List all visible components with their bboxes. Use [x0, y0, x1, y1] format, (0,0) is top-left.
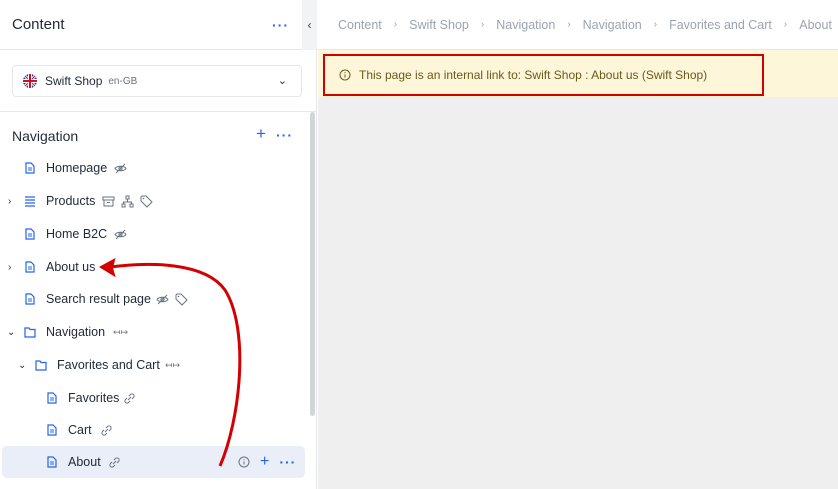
page-icon: [25, 228, 35, 240]
hidden-eye-icon: [114, 163, 127, 173]
site-selector-area: Swift Shop en-GB ⌄: [0, 50, 316, 112]
chevron-right-icon: ›: [567, 19, 571, 30]
page-icon: [47, 392, 57, 404]
page-icon: [25, 293, 35, 305]
uk-flag-icon: [23, 74, 37, 88]
tree-item-navigation[interactable]: ⌄ Navigation ↤↦: [0, 317, 305, 347]
chevron-left-icon: ‹: [307, 18, 312, 32]
page-icon: [47, 424, 57, 436]
content-header: Content ··· ‹: [0, 0, 317, 50]
breadcrumb: Content › Swift Shop › Navigation › Navi…: [318, 0, 838, 50]
tree-item-about[interactable]: About + ···: [2, 446, 305, 478]
chevron-right-icon: ›: [783, 19, 788, 30]
tree-item-label: About us: [46, 260, 96, 274]
chevron-down-icon: ⌄: [277, 75, 287, 87]
folder-icon: [24, 327, 36, 338]
tree-item-homepage[interactable]: Homepage: [0, 153, 305, 183]
hidden-eye-icon: [114, 229, 127, 239]
item-meta: [123, 392, 136, 405]
site-name: Swift Shop: [45, 74, 103, 88]
breadcrumb-item[interactable]: Navigation: [496, 18, 555, 32]
page-icon: [25, 261, 35, 273]
hidden-eye-icon: [156, 294, 169, 304]
tree-item-products[interactable]: › Products: [0, 186, 305, 216]
tag-icon: [140, 195, 153, 208]
chevron-right-icon: ›: [393, 19, 398, 30]
internal-link-notice: This page is an internal link to: Swift …: [318, 50, 838, 97]
link-icon: [124, 392, 135, 404]
navigation-title: Navigation: [12, 128, 79, 144]
tree-item-label: Cart: [68, 423, 92, 437]
breadcrumb-item[interactable]: Navigation: [583, 18, 642, 32]
panel-title: Content: [12, 16, 65, 33]
info-icon[interactable]: [238, 456, 250, 468]
breadcrumb-item[interactable]: Favorites and Cart: [669, 18, 772, 32]
tree-item-cart[interactable]: Cart: [0, 415, 305, 445]
tree-item-about-us[interactable]: › About us: [0, 252, 305, 282]
site-selector[interactable]: Swift Shop en-GB ⌄: [12, 65, 302, 97]
tree-item-favorites[interactable]: Favorites: [0, 383, 305, 413]
tree-item-favorites-and-cart[interactable]: ⌄ Favorites and Cart ↤↦: [0, 350, 305, 380]
page-icon: [25, 162, 35, 174]
tree-item-label: Favorites and Cart: [57, 358, 160, 372]
tree-item-label: Products: [46, 194, 96, 208]
item-meta: [114, 162, 127, 175]
notice-text: This page is an internal link to: Swift …: [359, 68, 708, 82]
tag-icon: [175, 293, 188, 306]
arrows-icon: ↤↦: [165, 359, 181, 370]
tree-item-label: Home B2C: [46, 227, 108, 241]
more-icon[interactable]: ···: [279, 454, 296, 470]
sitemap-icon: [121, 195, 134, 207]
more-icon[interactable]: ···: [272, 17, 289, 33]
chevron-right-icon: ›: [480, 19, 485, 30]
page-icon: [47, 456, 57, 468]
item-meta: [100, 424, 113, 437]
tree-item-label: About: [68, 455, 101, 469]
row-actions: + ···: [238, 453, 296, 471]
list-icon: [25, 196, 35, 207]
chevron-right-icon[interactable]: ›: [8, 262, 11, 273]
archive-icon: [102, 196, 115, 206]
chevron-down-icon[interactable]: ⌄: [18, 360, 26, 371]
breadcrumb-item[interactable]: About: [799, 18, 832, 32]
tree-item-home-b2c[interactable]: Home B2C: [0, 219, 305, 249]
chevron-right-icon[interactable]: ›: [8, 196, 11, 207]
item-meta: [102, 195, 153, 208]
folder-icon: [35, 360, 47, 371]
chevron-down-icon[interactable]: ⌄: [7, 327, 15, 338]
breadcrumb-item[interactable]: Content: [338, 18, 382, 32]
tree-item-label: Navigation: [46, 325, 106, 339]
tree-item-label: Favorites: [68, 391, 120, 405]
plus-icon[interactable]: +: [256, 124, 266, 144]
tree-item-label: Homepage: [46, 161, 108, 175]
scrollbar[interactable]: [310, 112, 315, 416]
link-icon: [101, 424, 112, 436]
collapse-panel-button[interactable]: ‹: [302, 0, 317, 50]
page-view: Content › Swift Shop › Navigation › Navi…: [318, 0, 838, 489]
item-meta: [114, 228, 127, 241]
navigation-header: Navigation + ···: [0, 112, 310, 156]
more-icon[interactable]: ···: [276, 127, 293, 143]
item-meta: [156, 293, 188, 306]
plus-icon[interactable]: +: [260, 453, 269, 471]
item-meta: [108, 456, 121, 469]
info-icon: [339, 69, 351, 81]
link-icon: [109, 456, 120, 468]
arrows-icon: ↤↦: [113, 326, 129, 337]
content-panel: Content ··· ‹ Swift Shop en-GB ⌄ Navigat…: [0, 0, 317, 489]
notice-highlight: This page is an internal link to: Swift …: [323, 54, 764, 96]
tree-item-label: Search result page: [46, 292, 151, 306]
chevron-right-icon: ›: [653, 19, 658, 30]
site-language: en-GB: [108, 75, 138, 87]
breadcrumb-item[interactable]: Swift Shop: [409, 18, 469, 32]
tree-item-search-result-page[interactable]: Search result page: [0, 284, 305, 314]
